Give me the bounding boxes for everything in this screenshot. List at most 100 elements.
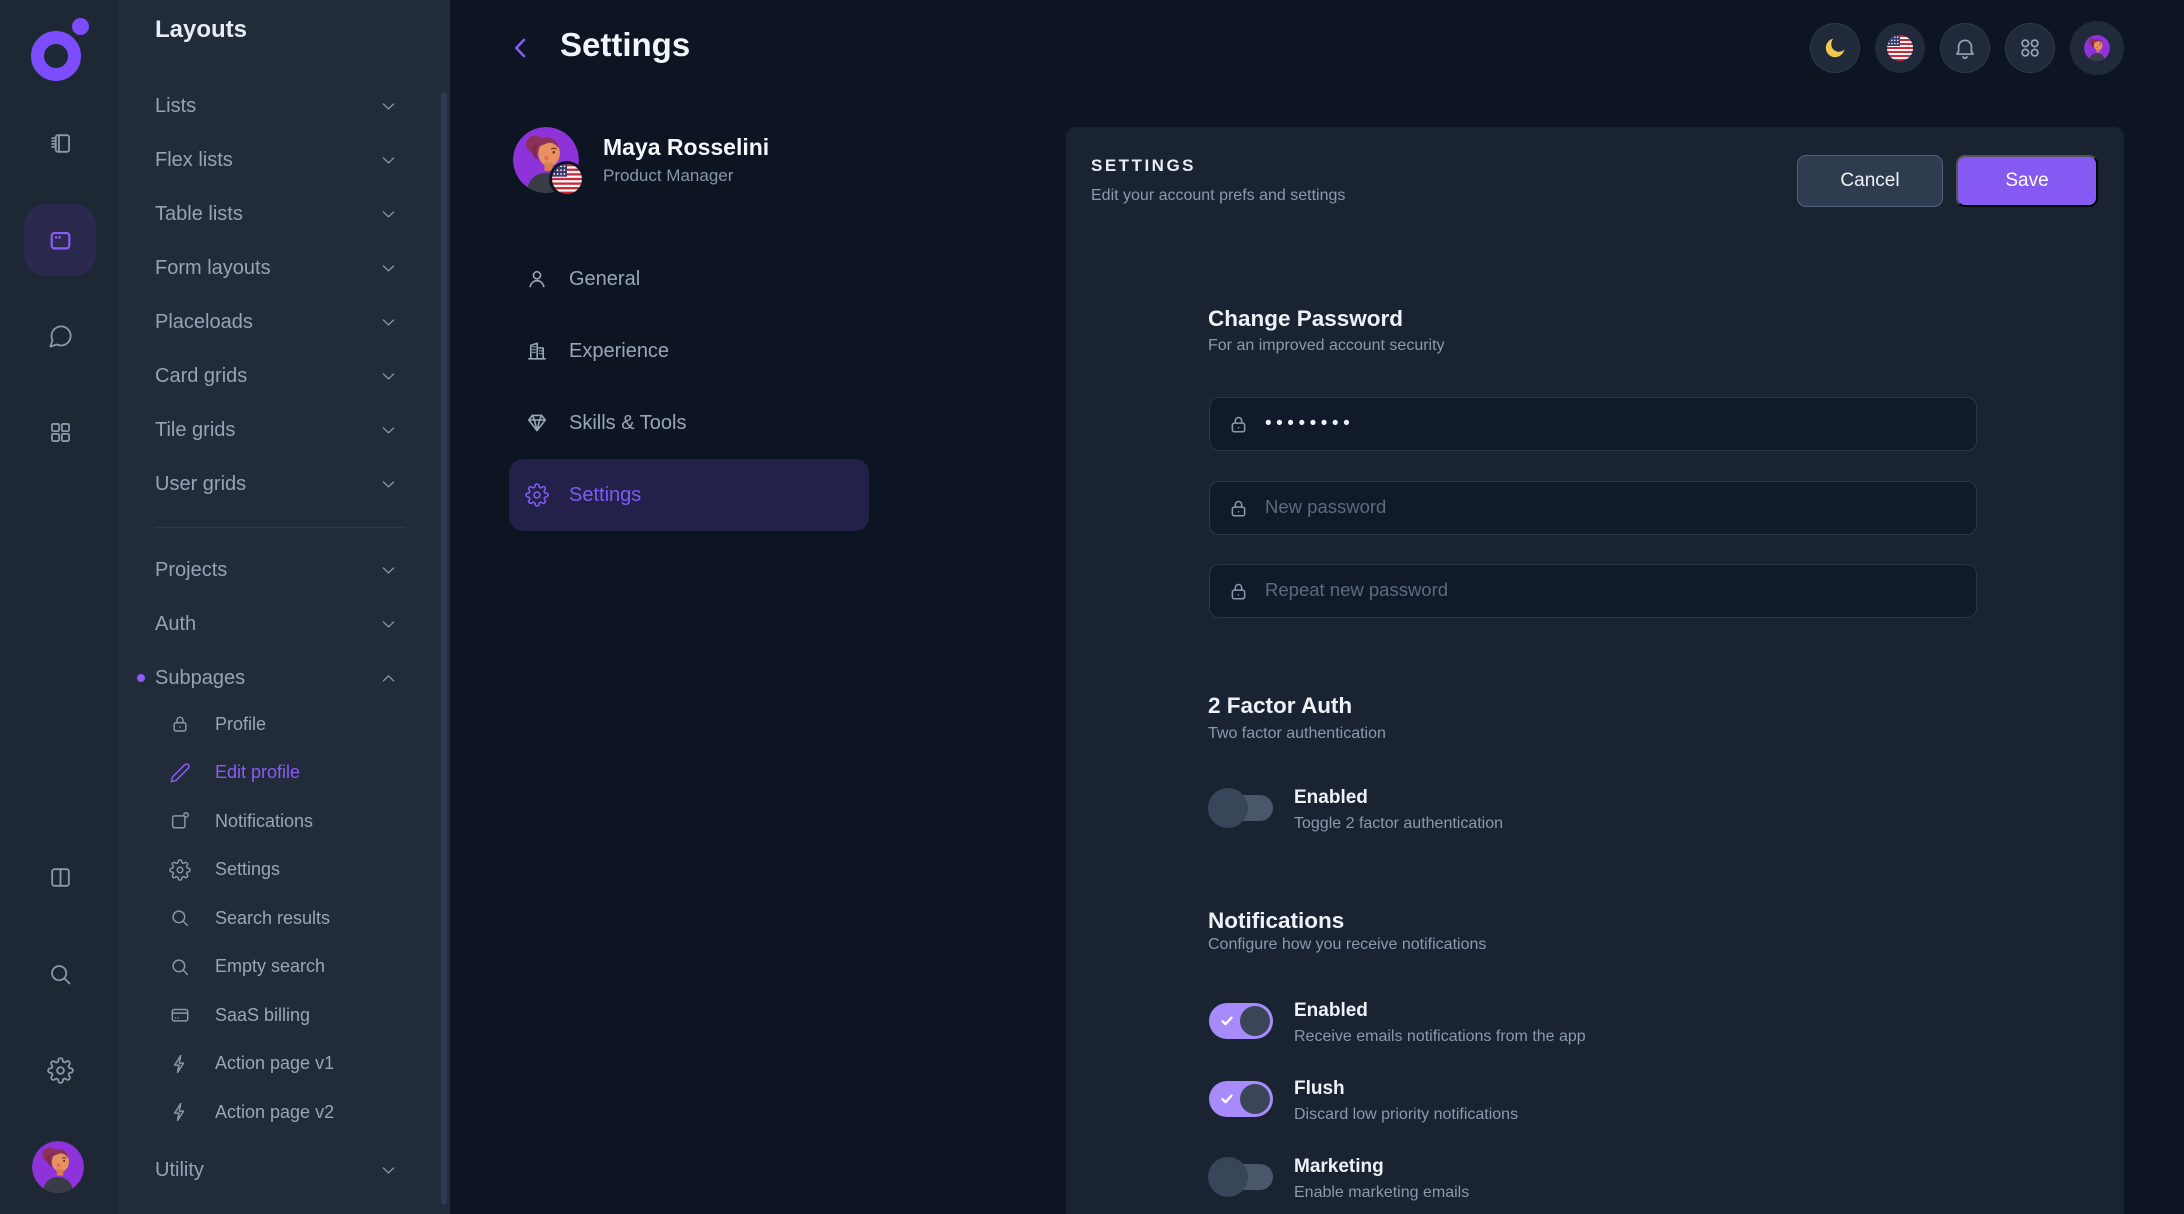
sidebar-item-form-layouts[interactable]: Form layouts — [118, 241, 450, 295]
sidebar-item-placeloads[interactable]: Placeloads — [118, 295, 450, 349]
sidebar-subitem-action-page-v1[interactable]: Action page v1 — [118, 1040, 450, 1089]
rail-button-search[interactable] — [36, 950, 84, 998]
notifications-subtitle: Configure how you receive notifications — [1208, 936, 1486, 954]
rail-button-window[interactable] — [36, 216, 84, 264]
apps-icon — [2017, 35, 2043, 61]
toggle-description: Receive emails notifications from the ap… — [1294, 1026, 1586, 1048]
toggle-marketing-off[interactable] — [1209, 1159, 1273, 1195]
bell-icon — [1952, 35, 1978, 61]
toggle-knob — [1240, 1006, 1270, 1036]
profile-menu: GeneralExperienceSkills & Tools Settings — [509, 243, 869, 531]
sidebar-item-flex-lists[interactable]: Flex lists — [118, 133, 450, 187]
toggle-label: Enabled — [1294, 999, 1586, 1023]
sidebar-item-table-lists[interactable]: Table lists — [118, 187, 450, 241]
two-factor-title: 2 Factor Auth — [1208, 693, 1352, 719]
sidebar-subitem-edit-profile[interactable]: Edit profile — [118, 749, 450, 798]
sidebar: Layouts Lists Flex lists Table listsForm l… — [118, 0, 450, 1214]
lightning-icon — [169, 1053, 191, 1075]
two-factor-subtitle: Two factor authentication — [1208, 725, 1386, 743]
check-icon — [1220, 1092, 1234, 1106]
toggle-row-enabled: Enabled Receive emails notifications from… — [1209, 999, 1586, 1048]
sidebar-subitem-search-results[interactable]: Search results — [118, 894, 450, 943]
profile-menu-item-settings[interactable]: Settings — [509, 459, 869, 531]
current-password-input[interactable] — [1265, 413, 1959, 435]
sidebar-item-auth[interactable]: Auth — [118, 597, 450, 651]
lock-icon — [169, 713, 191, 735]
toggle-row-marketing: MarketingEnable marketing emails — [1209, 1155, 1469, 1204]
search-icon — [169, 907, 191, 929]
settings-card: SETTINGS Edit your account prefs and set… — [1066, 127, 2124, 1214]
sidebar-subitem-saas-billing[interactable]: SaaS billing — [118, 991, 450, 1040]
save-button[interactable]: Save — [1956, 155, 2098, 207]
sidebar-item-label: Auth — [155, 613, 379, 636]
toggle-description: Enable marketing emails — [1294, 1182, 1469, 1204]
repeat-password-input[interactable] — [1265, 580, 1959, 602]
toggle-row-flush: FlushDiscard low priority notifications — [1209, 1077, 1518, 1126]
toggle-row-enabled: EnabledToggle 2 factor authentication — [1209, 786, 1503, 835]
sidebar-title: Layouts — [155, 16, 247, 44]
profile-summary: Maya Rosselini Product Manager — [513, 127, 769, 193]
rail-user-avatar[interactable] — [32, 1141, 84, 1193]
profile-menu-label: Settings — [569, 484, 641, 507]
toggle-enabled-on[interactable] — [1209, 1003, 1273, 1039]
profile-name: Maya Rosselini — [603, 134, 769, 161]
sidebar-subitem-settings[interactable]: Settings — [118, 846, 450, 895]
brand-logo-ring — [31, 31, 81, 81]
credit-card-icon — [169, 1004, 191, 1026]
toggle-knob — [1208, 1157, 1248, 1197]
profile-menu-item-general[interactable]: General — [509, 243, 869, 315]
rail-button-grid[interactable] — [36, 408, 84, 456]
gem-icon — [525, 411, 549, 435]
sidebar-subitem-empty-search[interactable]: Empty search — [118, 943, 450, 992]
settings-card-title: SETTINGS — [1091, 156, 1196, 176]
sidebar-item-label: Flex lists — [155, 149, 379, 172]
rail-button-gear[interactable] — [36, 1046, 84, 1094]
chevron-up-icon — [379, 669, 398, 688]
brand-logo-icon[interactable] — [31, 25, 91, 81]
sidebar-subitem-notifications[interactable]: Notifications — [118, 797, 450, 846]
sidebar-item-card-grids[interactable]: Card grids — [118, 349, 450, 403]
sidebar-subitem-profile[interactable]: Profile — [118, 700, 450, 749]
chevron-down-icon — [379, 1161, 398, 1180]
current-password-field — [1209, 397, 1977, 451]
repeat-password-field — [1209, 564, 1977, 618]
toggle-flush-on[interactable] — [1209, 1081, 1273, 1117]
pencil-icon — [169, 762, 191, 784]
chevron-down-icon — [379, 313, 398, 332]
sidebar-subitem-label: Edit profile — [215, 762, 300, 783]
profile-menu-item-skills-tools[interactable]: Skills & Tools — [509, 387, 869, 459]
cancel-button[interactable]: Cancel — [1797, 155, 1943, 207]
chevron-down-icon — [379, 561, 398, 580]
new-password-input[interactable] — [1265, 497, 1959, 519]
sidebar-item-lists[interactable]: Lists — [118, 79, 450, 133]
chevron-down-icon — [379, 615, 398, 634]
profile-menu-item-experience[interactable]: Experience — [509, 315, 869, 387]
sidebar-scrollbar[interactable] — [441, 92, 447, 1205]
sidebar-item-tile-grids[interactable]: Tile grids — [118, 403, 450, 457]
rail-button-columns[interactable] — [36, 853, 84, 901]
columns-icon — [47, 864, 74, 891]
chevron-down-icon — [379, 475, 398, 494]
sidebar-subitem-label: Profile — [215, 714, 266, 735]
back-button[interactable] — [502, 29, 540, 67]
chevron-down-icon — [379, 259, 398, 278]
header-button-apps[interactable] — [2005, 23, 2055, 73]
header-user-avatar[interactable] — [2070, 21, 2124, 75]
sidebar-item-label: Placeloads — [155, 311, 379, 334]
brand-logo-dot — [72, 18, 89, 35]
rail-button-chat[interactable] — [36, 312, 84, 360]
header-button-bell[interactable] — [1940, 23, 1990, 73]
sidebar-item-user-grids[interactable]: User grids — [118, 457, 450, 511]
sidebar-subitem-action-page-v2[interactable]: Action page v2 — [118, 1088, 450, 1137]
icon-rail — [0, 0, 118, 1214]
sidebar-item-subpages[interactable]: Subpages — [118, 651, 450, 705]
toggle-label: Flush — [1294, 1077, 1518, 1101]
sidebar-item-utility[interactable]: Utility — [118, 1143, 450, 1197]
rail-button-reader[interactable] — [36, 119, 84, 167]
sidebar-item-projects[interactable]: Projects — [118, 543, 450, 597]
header-button-moon[interactable] — [1810, 23, 1860, 73]
toggle-enabled-off[interactable] — [1209, 790, 1273, 826]
sidebar-subitem-label: Settings — [215, 859, 280, 880]
main-area: Settings Maya Rosselini Product Manager … — [450, 0, 2184, 1214]
header-button-us-flag[interactable] — [1875, 23, 1925, 73]
